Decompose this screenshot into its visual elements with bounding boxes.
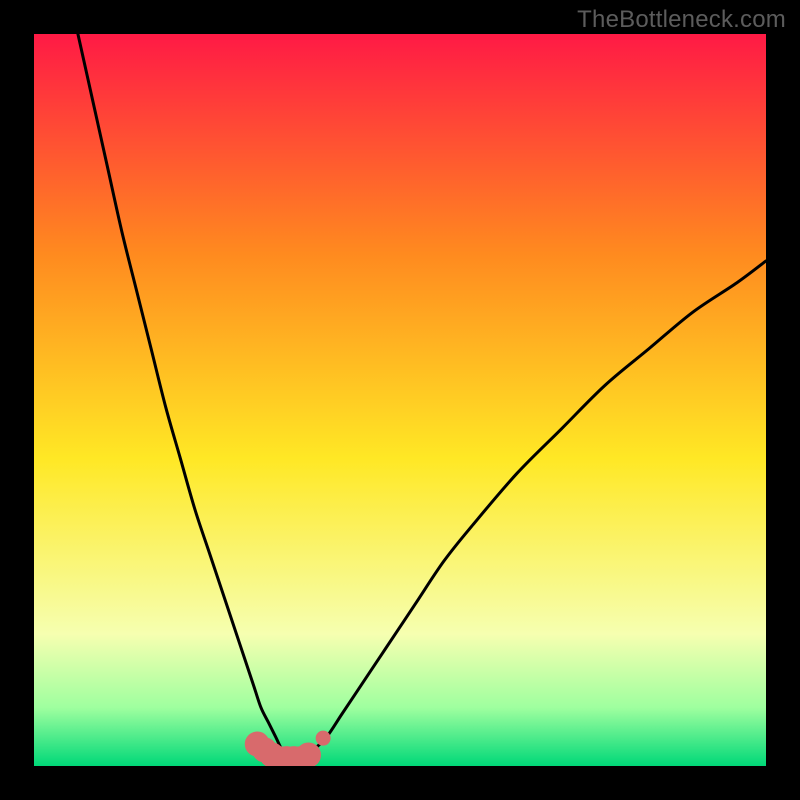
plot-area [34, 34, 766, 766]
chart-svg [34, 34, 766, 766]
watermark-text: TheBottleneck.com [577, 6, 786, 34]
gradient-background [34, 34, 766, 766]
highlight-marker [316, 731, 330, 745]
chart-frame: TheBottleneck.com [0, 0, 800, 800]
highlight-marker [297, 743, 321, 766]
